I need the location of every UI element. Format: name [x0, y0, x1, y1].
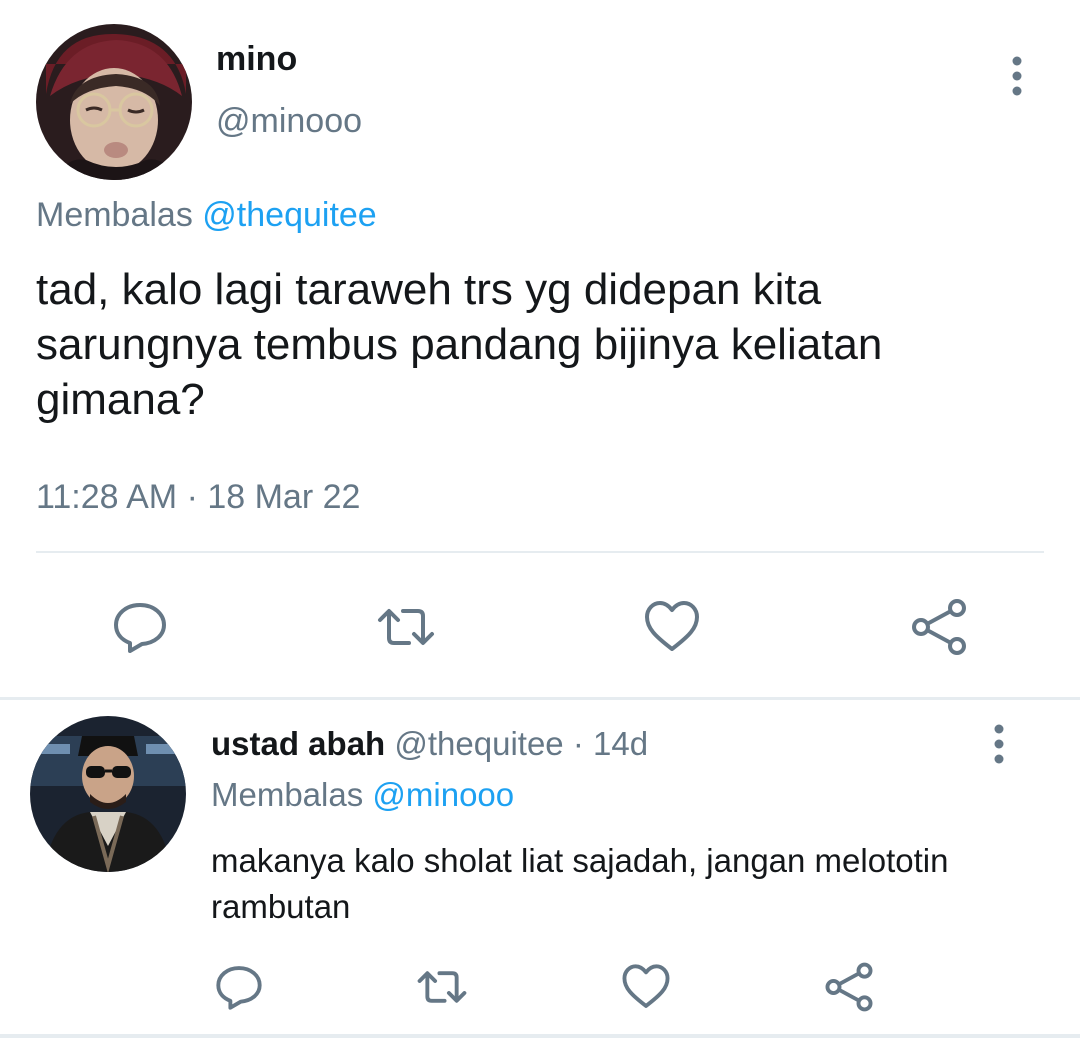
avatar[interactable]: [36, 24, 192, 180]
timestamp[interactable]: 11:28 AM · 18 Mar 22: [36, 478, 360, 517]
tweet-detail-page: mino @minooo Membalas @thequitee tad, ka…: [0, 0, 1080, 1038]
like-icon[interactable]: [643, 598, 701, 656]
retweet-icon[interactable]: [377, 598, 435, 656]
main-tweet: mino @minooo Membalas @thequitee tad, ka…: [0, 0, 1080, 697]
share-icon[interactable]: [910, 598, 968, 656]
replying-to: Membalas @minooo: [211, 776, 514, 814]
author-name[interactable]: mino: [216, 40, 297, 79]
section-divider: [0, 697, 1080, 700]
tweet-age[interactable]: 14d: [593, 725, 648, 762]
replying-to: Membalas @thequitee: [36, 196, 377, 235]
avatar[interactable]: [30, 716, 186, 872]
like-icon[interactable]: [621, 962, 671, 1012]
replying-to-label: Membalas: [211, 776, 364, 813]
tweet-text: makanya kalo sholat liat sajadah, jangan…: [211, 842, 949, 925]
retweet-icon[interactable]: [417, 962, 467, 1012]
divider: [36, 551, 1044, 553]
share-icon[interactable]: [824, 962, 874, 1012]
author-name[interactable]: ustad abah: [211, 725, 385, 762]
more-options-icon[interactable]: [980, 722, 1018, 766]
reply-icon[interactable]: [111, 598, 169, 656]
tweet-text: tad, kalo lagi taraweh trs yg didepan ki…: [36, 265, 883, 424]
more-options-icon[interactable]: [998, 54, 1036, 98]
replying-to-label: Membalas: [36, 196, 193, 234]
author-handle[interactable]: @minooo: [216, 102, 362, 141]
author-handle[interactable]: @thequitee: [394, 725, 563, 762]
mention-link[interactable]: @minooo: [372, 776, 514, 813]
reply-header: ustad abah @thequitee · 14d: [211, 725, 648, 763]
reply-icon[interactable]: [214, 962, 264, 1012]
divider: [0, 1034, 1080, 1038]
meta-separator: ·: [563, 725, 593, 762]
mention-link[interactable]: @thequitee: [202, 196, 376, 234]
